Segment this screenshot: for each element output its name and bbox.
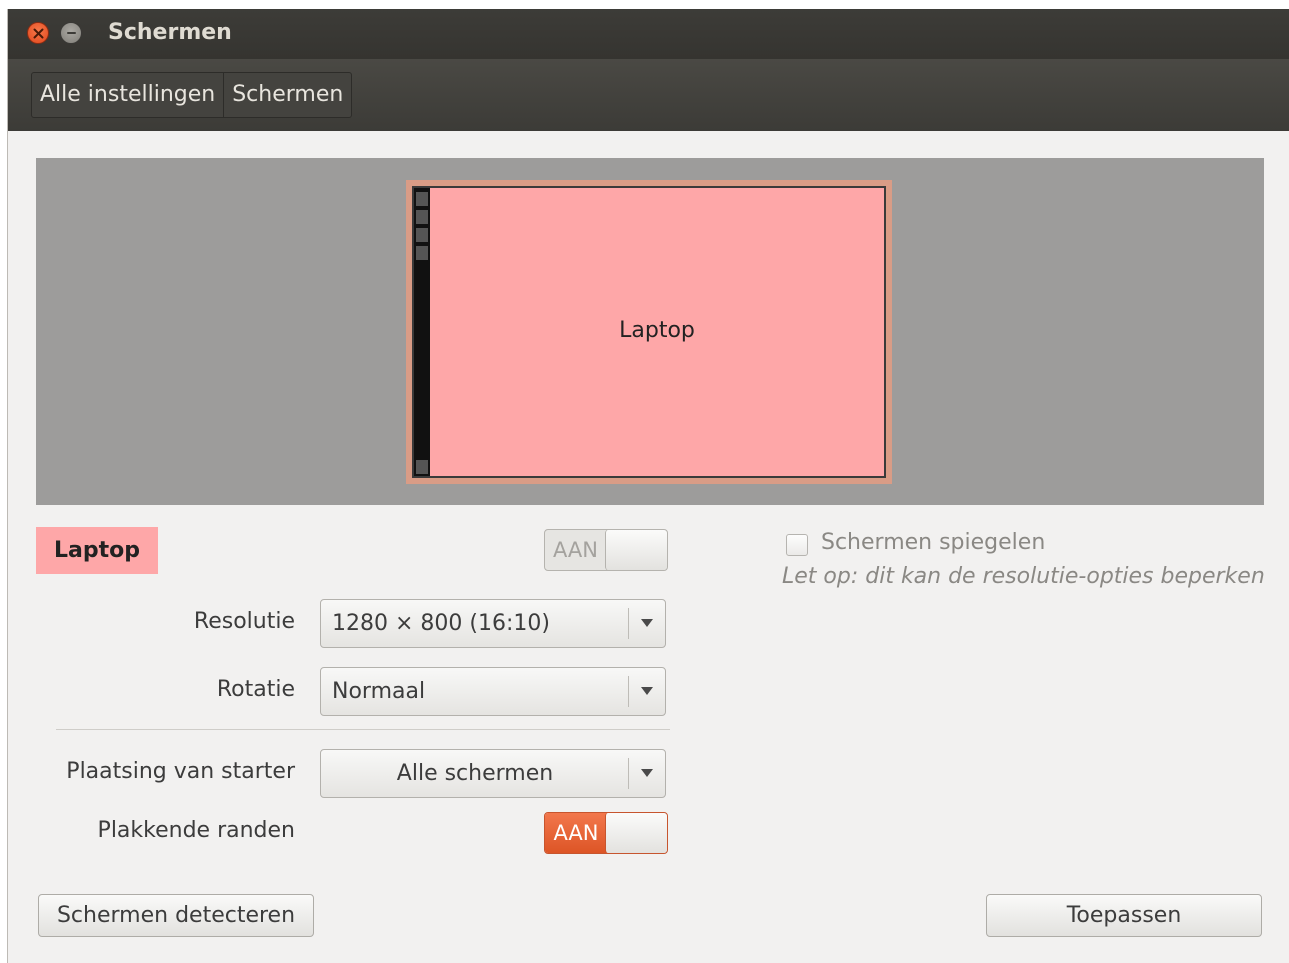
section-divider [56, 729, 670, 730]
resolution-value: 1280 × 800 (16:10) [332, 611, 550, 636]
chevron-down-icon [641, 769, 653, 777]
detect-displays-button[interactable]: Schermen detecteren [38, 894, 314, 937]
launcher-app-icon [416, 246, 428, 260]
window-title: Schermen [108, 20, 232, 45]
launcher-trash-icon [416, 460, 428, 474]
displays-window: Schermen Alle instellingen Schermen Lapt… [7, 9, 1289, 963]
mirror-displays-checkbox[interactable] [786, 534, 808, 556]
sticky-edges-switch[interactable]: AAN [544, 812, 668, 854]
resolution-dropdown[interactable]: 1280 × 800 (16:10) [320, 599, 666, 648]
rotation-label: Rotatie [216, 677, 295, 702]
toolbar: Alle instellingen Schermen [8, 59, 1289, 131]
sticky-edges-label: Plakkende randen [97, 818, 295, 843]
launcher-placement-value: Alle schermen [396, 761, 554, 786]
resolution-label: Resolutie [193, 609, 295, 634]
mirror-note: Let op: dit kan de resolutie-opties bepe… [782, 564, 1265, 589]
title-bar: Schermen [8, 9, 1289, 59]
rotation-dropdown[interactable]: Normaal [320, 667, 666, 716]
breadcrumb-all-settings[interactable]: Alle instellingen [32, 73, 223, 117]
minimize-icon[interactable] [60, 22, 82, 44]
switch-label: AAN [545, 530, 607, 570]
chevron-down-icon [641, 687, 653, 695]
monitor-preview-laptop[interactable]: Laptop [406, 180, 892, 484]
launcher-app-icon [416, 228, 428, 242]
switch-knob [605, 813, 667, 853]
breadcrumb-displays[interactable]: Schermen [223, 73, 351, 117]
display-name-label: Laptop [36, 527, 158, 574]
mirror-displays-label: Schermen spiegelen [821, 530, 1046, 555]
launcher-app-icon [416, 210, 428, 224]
chevron-down-icon [641, 619, 653, 627]
display-arrangement-preview: Laptop [36, 158, 1264, 505]
display-power-switch[interactable]: AAN [544, 529, 668, 571]
switch-knob [605, 530, 667, 570]
switch-label: AAN [545, 813, 607, 853]
rotation-value: Normaal [332, 679, 426, 704]
monitor-label: Laptop [619, 318, 695, 343]
apply-button[interactable]: Toepassen [986, 894, 1262, 937]
launcher-app-icon [416, 192, 428, 206]
close-icon[interactable] [27, 22, 49, 44]
launcher-placement-dropdown[interactable]: Alle schermen [320, 749, 666, 798]
launcher-placement-label: Plaatsing van starter [66, 759, 295, 784]
breadcrumb: Alle instellingen Schermen [31, 72, 353, 118]
